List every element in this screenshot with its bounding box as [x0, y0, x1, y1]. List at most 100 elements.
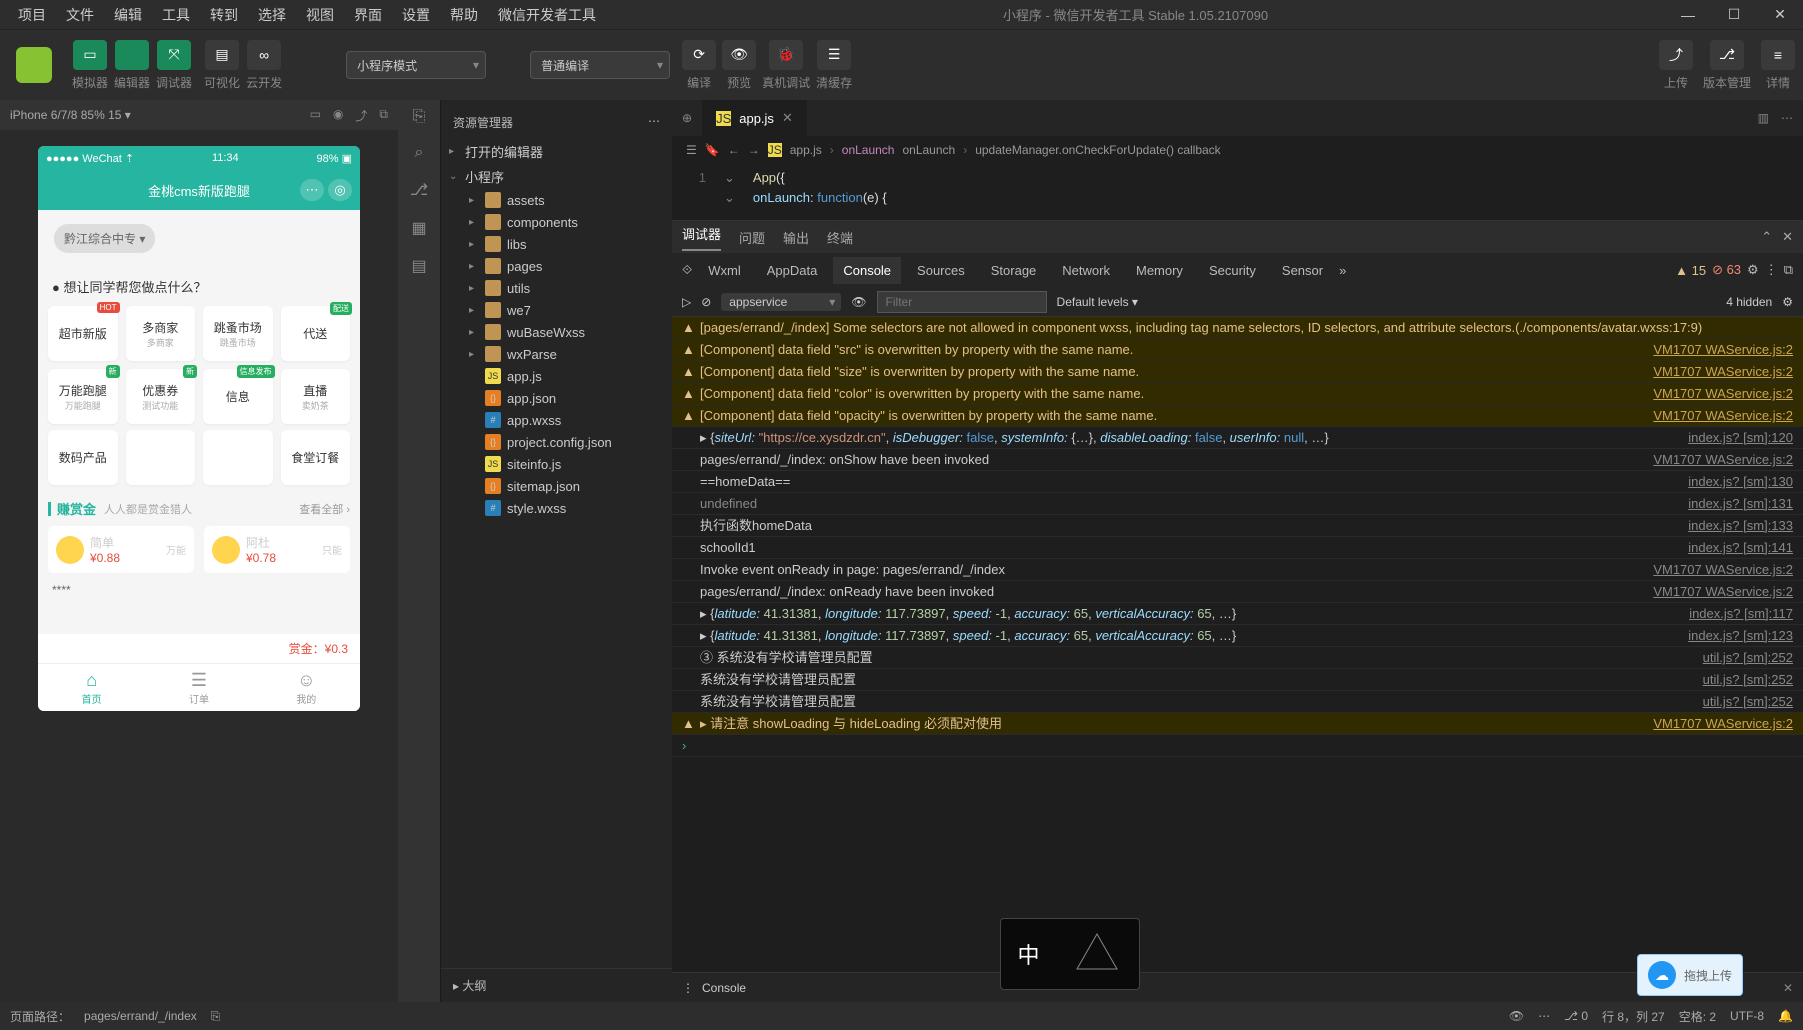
toolbar-云开发[interactable]: ∞云开发 — [246, 40, 282, 91]
grid-cell[interactable] — [203, 430, 273, 485]
view-all-link[interactable]: 查看全部 › — [299, 501, 350, 517]
console-row[interactable]: ▲[Component] data field "color" is overw… — [672, 383, 1803, 405]
tab-app-js[interactable]: JS app.js ✕ — [702, 100, 807, 136]
tab-storage[interactable]: Storage — [981, 257, 1047, 284]
tabbar-订单[interactable]: ☰订单 — [145, 664, 252, 711]
ime-widget[interactable]: 中 — [1000, 918, 1140, 990]
grid-cell[interactable]: 食堂订餐 — [281, 430, 351, 485]
tab-problems[interactable]: 问题 — [739, 228, 765, 247]
capsule-menu-icon[interactable]: ⋯ — [300, 179, 324, 201]
menu-界面[interactable]: 界面 — [344, 1, 392, 29]
tree-utils[interactable]: ▸utils — [447, 277, 672, 299]
context-select[interactable]: appservice — [721, 293, 841, 311]
device-select[interactable]: iPhone 6/7/8 85% 15 ▾ — [10, 108, 131, 122]
console-row[interactable]: Invoke event onReady in page: pages/erra… — [672, 559, 1803, 581]
crumb-file[interactable]: app.js — [790, 143, 822, 157]
tab-output[interactable]: 输出 — [783, 228, 809, 247]
console-row[interactable]: ▲▸ 请注意 showLoading 与 hideLoading 必须配对使用V… — [672, 713, 1803, 735]
crumb-callback[interactable]: updateManager.onCheckForUpdate() callbac… — [975, 143, 1220, 157]
share-icon[interactable]: ⤴ — [355, 107, 367, 124]
maximize-button[interactable]: ☐ — [1711, 0, 1757, 30]
drawer-menu-icon[interactable]: ⋮ — [682, 981, 694, 995]
toolbar-详情[interactable]: ≡详情 — [1761, 40, 1795, 91]
console-row[interactable]: ▲[Component] data field "src" is overwri… — [672, 339, 1803, 361]
collapse-icon[interactable]: ⌃ — [1761, 229, 1772, 245]
mode-select[interactable]: 小程序模式 — [346, 51, 486, 79]
toolbar-可视化[interactable]: ▤可视化 — [204, 40, 240, 91]
nav-fwd-icon[interactable]: → — [748, 143, 760, 157]
menu-选择[interactable]: 选择 — [248, 1, 296, 29]
tab-network[interactable]: Network — [1052, 257, 1120, 284]
grid-cell[interactable]: HOT超市新版 — [48, 306, 118, 361]
minimize-button[interactable]: — — [1665, 0, 1711, 30]
menu-文件[interactable]: 文件 — [56, 1, 104, 29]
menu-转到[interactable]: 转到 — [200, 1, 248, 29]
grid-cell[interactable]: 直播卖奶茶 — [281, 369, 351, 424]
tree-wxParse[interactable]: ▸wxParse — [447, 343, 672, 365]
console-row[interactable]: ▸ {latitude: 41.31381, longitude: 117.73… — [672, 603, 1803, 625]
new-file-icon[interactable]: ⊕ — [682, 111, 692, 125]
tab-security[interactable]: Security — [1199, 257, 1266, 284]
explorer-more-icon[interactable]: ⋯ — [648, 114, 660, 131]
console-output[interactable]: ▲[pages/errand/_/index] Some selectors a… — [672, 317, 1803, 972]
explorer-icon[interactable]: ⎘ — [413, 108, 426, 126]
clear-console-icon[interactable]: ⊘ — [701, 295, 711, 309]
copy-icon[interactable]: ⎘ — [211, 1009, 221, 1024]
menu-编辑[interactable]: 编辑 — [104, 1, 152, 29]
console-row[interactable]: 系统没有学校请管理员配置util.js? [sm]:252 — [672, 669, 1803, 691]
popout-devtools-icon[interactable]: ⧉ — [1784, 262, 1793, 278]
drawer-tab-console[interactable]: Console — [702, 981, 746, 995]
close-button[interactable]: ✕ — [1757, 0, 1803, 30]
code-editor[interactable]: 1⌄App({⌄ onLaunch: function(e) { — [672, 164, 1803, 220]
console-row[interactable]: 执行函数homeDataindex.js? [sm]:133 — [672, 515, 1803, 537]
tree-components[interactable]: ▸components — [447, 211, 672, 233]
toolbar-版本管理[interactable]: ⎇版本管理 — [1703, 40, 1751, 91]
component-icon[interactable]: ▦ — [411, 218, 426, 238]
tree-siteinfo.js[interactable]: JSsiteinfo.js — [447, 453, 672, 475]
eye-icon[interactable]: 👁 — [1509, 1009, 1524, 1023]
toolbar-编辑器[interactable]: 编辑器 — [114, 40, 150, 91]
toolbar-编译[interactable]: ⟳编译 — [682, 40, 716, 91]
user-card[interactable]: 阿杜¥0.78只能 — [204, 526, 350, 573]
user-card[interactable]: 简单¥0.88万能 — [48, 526, 194, 573]
console-settings-icon[interactable]: ⚙ — [1782, 295, 1793, 309]
hidden-count[interactable]: 4 hidden — [1726, 295, 1772, 309]
console-row[interactable]: ▲[Component] data field "opacity" is ove… — [672, 405, 1803, 427]
menu-设置[interactable]: 设置 — [392, 1, 440, 29]
settings-icon[interactable]: ⚙ — [1747, 262, 1759, 278]
inspect-icon[interactable]: ⟐ — [682, 262, 692, 278]
console-row[interactable]: ▲[pages/errand/_/index] Some selectors a… — [672, 317, 1803, 339]
tab-appdata[interactable]: AppData — [757, 257, 828, 284]
console-row[interactable]: 系统没有学校请管理员配置util.js? [sm]:252 — [672, 691, 1803, 713]
snippet-icon[interactable]: ▤ — [411, 256, 426, 276]
levels-select[interactable]: Default levels ▾ — [1057, 295, 1138, 309]
toolbar-调试器[interactable]: ⤧调试器 — [156, 40, 192, 91]
school-tag[interactable]: 黔江综合中专 ▾ — [54, 224, 155, 253]
toolbar-清缓存[interactable]: ☰清缓存 — [816, 40, 852, 91]
console-row[interactable]: undefinedindex.js? [sm]:131 — [672, 493, 1803, 515]
tab-wxml[interactable]: Wxml — [698, 257, 751, 284]
tree-sitemap.json[interactable]: {}sitemap.json — [447, 475, 672, 497]
toolbar-真机调试[interactable]: 🐞真机调试 — [762, 40, 810, 91]
split-editor-icon[interactable]: ▥ — [1758, 111, 1769, 125]
menu-工具[interactable]: 工具 — [152, 1, 200, 29]
grid-cell[interactable]: 数码产品 — [48, 430, 118, 485]
error-count[interactable]: ⊘ 63 — [1712, 262, 1741, 278]
console-row[interactable]: schoolId1index.js? [sm]:141 — [672, 537, 1803, 559]
filter-input[interactable] — [877, 291, 1047, 313]
menu-icon[interactable]: ⋮ — [1765, 262, 1778, 278]
play-icon[interactable]: ▷ — [682, 295, 691, 309]
toolbar-上传[interactable]: ⤴上传 — [1659, 40, 1693, 91]
branch-icon[interactable]: ⎇ 0 — [1564, 1009, 1588, 1023]
tree-pages[interactable]: ▸pages — [447, 255, 672, 277]
console-row[interactable]: ③ 系统没有学校请管理员配置util.js? [sm]:252 — [672, 647, 1803, 669]
more-tabs-icon[interactable]: » — [1339, 263, 1346, 278]
tab-sensor[interactable]: Sensor — [1272, 257, 1333, 284]
tree-project.config.json[interactable]: {}project.config.json — [447, 431, 672, 453]
crumb-func[interactable]: onLaunch — [842, 143, 895, 157]
tree-app.js[interactable]: JSapp.js — [447, 365, 672, 387]
grid-cell[interactable]: 多商家多商家 — [126, 306, 196, 361]
console-row[interactable]: ▸ {latitude: 41.31381, longitude: 117.73… — [672, 625, 1803, 647]
toolbar-预览[interactable]: 👁预览 — [722, 40, 756, 91]
tree-wuBaseWxss[interactable]: ▸wuBaseWxss — [447, 321, 672, 343]
